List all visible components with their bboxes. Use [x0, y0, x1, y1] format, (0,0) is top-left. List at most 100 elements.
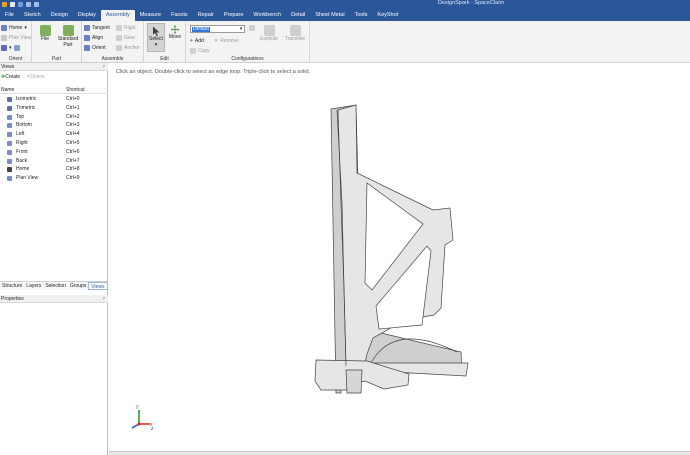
tab-display[interactable]: Display — [73, 10, 101, 21]
gear-button[interactable]: Gear — [116, 35, 135, 41]
tab-sketch[interactable]: Sketch — [19, 10, 46, 21]
panel-tab-layers[interactable]: Layers — [24, 282, 43, 290]
redo-icon[interactable] — [34, 2, 39, 7]
view-name: Left — [16, 131, 25, 138]
panel-tab-selection[interactable]: Selection — [43, 282, 68, 290]
app-logo-icon[interactable] — [2, 2, 7, 7]
tab-workbench[interactable]: Workbench — [248, 10, 286, 21]
views-panel-header: Views ᵖ — [0, 63, 108, 71]
view-item-left[interactable]: Left Ctrl+4 — [0, 130, 108, 139]
view-item-right[interactable]: Right Ctrl+5 — [0, 139, 108, 148]
tablet-stand-model[interactable] — [314, 104, 469, 394]
insert-file-button[interactable]: File — [38, 25, 52, 43]
panel-tab-structure[interactable]: Structure — [0, 282, 24, 290]
new-file-icon[interactable] — [10, 2, 15, 7]
assemble-group: Tangent Align Orient Rigid Gear Anchor A… — [82, 21, 144, 63]
move-tool-button[interactable]: Move — [167, 25, 183, 41]
view-cube-icon — [7, 141, 12, 146]
configuration-settings-button[interactable] — [249, 25, 255, 31]
panel-tab-views[interactable]: Views — [88, 282, 108, 290]
configuration-select[interactable]: Default ▾ — [190, 25, 245, 33]
pin-icon[interactable]: ᵖ — [103, 63, 105, 71]
tab-assembly[interactable]: Assembly — [100, 10, 135, 21]
tab-keyshot[interactable]: KeyShot — [372, 10, 403, 21]
configurations-group: Default ▾ + Add ✕ Remove Copy Explode Trac… — [186, 21, 310, 63]
align-button[interactable]: Align — [84, 35, 103, 41]
select-tool-button[interactable]: Select ▾ — [147, 23, 165, 52]
add-configuration-button[interactable]: + Add — [190, 38, 204, 44]
edit-group: Select ▾ Move Edit — [144, 21, 186, 63]
standard-part-button[interactable]: Standard Part — [55, 25, 81, 48]
tab-prepare[interactable]: Prepare — [219, 10, 249, 21]
cursor-arrow-icon — [152, 26, 160, 36]
view-item-plan-view[interactable]: Plan View Ctrl+9 — [0, 174, 108, 183]
view-cube-icon — [7, 176, 12, 182]
create-view-button[interactable]: ✚Create — [1, 73, 20, 82]
view-cube-button[interactable]: ▾ — [1, 45, 20, 51]
save-icon[interactable] — [18, 2, 23, 7]
tab-measure[interactable]: Measure — [135, 10, 166, 21]
undo-icon[interactable] — [26, 2, 31, 7]
view-item-home[interactable]: Home Ctrl+8 — [0, 165, 108, 174]
traceline-button[interactable]: Traceline — [282, 25, 308, 43]
views-toolbar: ✚Create ✕Delete — [0, 73, 108, 82]
plus-icon: + — [190, 38, 193, 44]
view-item-back[interactable]: Back Ctrl+7 — [0, 157, 108, 166]
tangent-button[interactable]: Tangent — [84, 25, 110, 31]
explode-button[interactable]: Explode — [258, 25, 280, 43]
tab-file[interactable]: File — [0, 10, 19, 21]
properties-panel-header: Properties ᵖ — [0, 295, 108, 303]
view-cube-icon — [7, 123, 12, 129]
left-panel: Views ᵖ ✚Create ✕Delete Name Shortcut Is… — [0, 63, 108, 455]
view-shortcut: Ctrl+5 — [66, 140, 80, 146]
shortcut-column-header[interactable]: Shortcut — [66, 87, 85, 94]
tangent-label: Tangent — [92, 25, 110, 31]
part-group: File Standard Part Part — [32, 21, 82, 63]
properties-panel-title: Properties — [1, 296, 24, 302]
delete-view-button[interactable]: ✕Delete — [26, 73, 45, 82]
tab-facets[interactable]: Facets — [166, 10, 193, 21]
view-item-front[interactable]: Front Ctrl+6 — [0, 148, 108, 157]
view-shortcut: Ctrl+3 — [66, 122, 80, 129]
view-item-bottom[interactable]: Bottom Ctrl+3 — [0, 121, 108, 130]
plan-view-icon — [1, 35, 7, 41]
anchor-button[interactable]: Anchor — [116, 45, 140, 51]
anchor-label: Anchor — [124, 45, 140, 51]
view-shortcut: Ctrl+1 — [66, 104, 80, 111]
view-name: Trimetric — [16, 104, 36, 111]
explode-icon — [263, 25, 275, 36]
copy-configuration-button[interactable]: Copy — [190, 48, 210, 54]
model-viewport[interactable]: y x z — [109, 63, 690, 451]
view-shortcut: Ctrl+9 — [66, 175, 80, 182]
view-item-top[interactable]: Top Ctrl+2 — [0, 113, 108, 122]
chevron-down-icon: ▾ — [154, 41, 158, 48]
orient-button[interactable]: Orient — [84, 45, 106, 51]
add-label: Add — [194, 38, 204, 44]
panel-tab-groups[interactable]: Groups — [68, 282, 88, 290]
view-cube-icon — [1, 45, 7, 51]
stand-clip[interactable] — [345, 369, 363, 394]
view-name: Home — [16, 166, 30, 173]
tangent-icon — [84, 25, 90, 31]
view-name: Front — [16, 148, 28, 155]
remove-configuration-button[interactable]: ✕ Remove — [214, 38, 239, 44]
design-canvas[interactable]: Click an object. Double-click to select … — [109, 63, 690, 455]
name-column-header[interactable]: Name — [1, 87, 14, 94]
pin-icon[interactable]: ᵖ — [103, 295, 105, 303]
ribbon: Home ▾ Plan View ▾ Orient File Standard P… — [0, 21, 690, 63]
view-name: Right — [16, 140, 28, 146]
views-column-header: Name Shortcut — [0, 87, 108, 94]
view-name: Bottom — [16, 122, 32, 129]
tab-sheet-metal[interactable]: Sheet Metal — [310, 10, 349, 21]
tab-repair[interactable]: Repair — [193, 10, 219, 21]
chevron-down-icon[interactable]: ▾ — [238, 26, 244, 32]
tab-design[interactable]: Design — [46, 10, 73, 21]
z-axis-label: z — [151, 426, 154, 432]
plan-view-button[interactable]: Plan View — [1, 35, 31, 41]
view-item-isometric[interactable]: Isometric Ctrl+0 — [0, 95, 108, 104]
tab-tools[interactable]: Tools — [350, 10, 373, 21]
view-item-trimetric[interactable]: Trimetric Ctrl+1 — [0, 104, 108, 113]
home-view-button[interactable]: Home ▾ — [1, 25, 27, 31]
tab-detail[interactable]: Detail — [286, 10, 310, 21]
rigid-button[interactable]: Rigid — [116, 25, 135, 31]
